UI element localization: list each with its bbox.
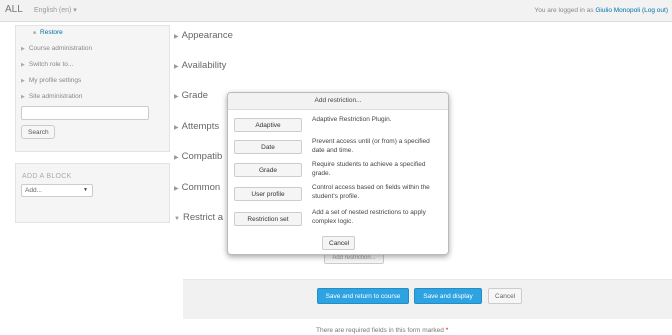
collapsed-arrow-icon: ▶	[174, 64, 179, 70]
sidebar-item-switch-role[interactable]: ▶ Switch role to...	[21, 61, 73, 68]
sidebar-item-label: My profile settings	[28, 77, 82, 84]
sidebar-item-label: Switch role to...	[28, 61, 74, 68]
user-profile-button[interactable]: User profile	[234, 187, 302, 201]
collapsed-arrow-icon: ▶	[21, 78, 25, 84]
add-block-title: ADD A BLOCK	[22, 173, 72, 180]
sidebar-item-label: Course administration	[28, 45, 93, 52]
section-availability[interactable]: ▶ Availability	[174, 60, 226, 71]
section-compatibility[interactable]: ▶ Compatib	[174, 151, 222, 162]
section-label: Restrict a	[182, 212, 224, 223]
collapsed-arrow-icon: ▶	[174, 155, 179, 161]
collapsed-arrow-icon: ▶	[21, 62, 25, 68]
expanded-arrow-icon: ▼	[174, 216, 180, 222]
save-display-button[interactable]: Save and display	[414, 288, 482, 304]
save-return-button[interactable]: Save and return to course	[317, 288, 409, 304]
user-profile-description: Control access based on fields within th…	[312, 184, 430, 200]
restriction-set-button[interactable]: Restriction set	[234, 212, 302, 226]
add-restriction-dialog: Add restriction... Adaptive Adaptive Res…	[227, 92, 449, 255]
section-label: Availability	[181, 60, 227, 71]
section-label: Appearance	[181, 30, 233, 41]
collapsed-arrow-icon: ▶	[21, 46, 25, 52]
admin-search-input[interactable]	[21, 106, 149, 120]
admin-search-button[interactable]: Search	[21, 125, 55, 139]
administration-block: ■ Restore ▶ Course administration ▶ Switch …	[15, 25, 170, 152]
login-prefix: You are logged in as	[534, 7, 594, 14]
date-description: Prevent access until (or from) a specifi…	[312, 138, 430, 154]
collapsed-arrow-icon: ▶	[174, 125, 179, 131]
bullet-icon: ■	[33, 30, 37, 36]
language-menu[interactable]: English (en) ▾	[34, 6, 77, 14]
logout-link[interactable]: (Log out)	[642, 7, 668, 14]
adaptive-description: Adaptive Restriction Plugin.	[312, 116, 392, 123]
section-appearance[interactable]: ▶ Appearance	[174, 30, 233, 41]
user-profile-link[interactable]: Giulio Monopoli	[595, 7, 640, 14]
sidebar-item-restore[interactable]: ■ Restore	[33, 29, 63, 36]
required-note-text: There are required fields in this form m…	[316, 327, 444, 334]
adaptive-button[interactable]: Adaptive	[234, 118, 302, 132]
site-brand[interactable]: ALL	[5, 4, 23, 15]
add-block-select[interactable]: Add... ▼	[21, 184, 93, 197]
section-label: Common	[181, 182, 221, 193]
sidebar-item-my-profile-settings[interactable]: ▶ My profile settings	[21, 77, 81, 84]
collapsed-arrow-icon: ▶	[174, 34, 179, 40]
dialog-cancel-button[interactable]: Cancel	[322, 236, 355, 250]
required-fields-note: There are required fields in this form m…	[316, 327, 448, 334]
sidebar-item-label: Restore	[40, 29, 63, 36]
sidebar-item-site-administration[interactable]: ▶ Site administration	[21, 93, 82, 100]
top-navbar: ALL English (en) ▾ You are logged in as …	[0, 0, 672, 22]
section-label: Grade	[181, 90, 209, 101]
section-label: Attempts	[181, 121, 220, 132]
dropdown-caret-icon: ▼	[83, 187, 88, 193]
grade-description: Require students to achieve a specified …	[312, 161, 426, 177]
cancel-button[interactable]: Cancel	[488, 288, 522, 304]
date-button[interactable]: Date	[234, 140, 302, 154]
grade-button[interactable]: Grade	[234, 163, 302, 177]
add-block-select-value: Add...	[25, 187, 42, 194]
restriction-set-description: Add a set of nested restrictions to appl…	[312, 209, 426, 225]
sidebar-item-course-administration[interactable]: ▶ Course administration	[21, 45, 92, 52]
required-star: *	[445, 327, 449, 334]
section-attempts[interactable]: ▶ Attempts	[174, 121, 219, 132]
collapsed-arrow-icon: ▶	[21, 94, 25, 100]
login-info: You are logged in as Giulio Monopoli (Lo…	[535, 7, 669, 14]
section-common[interactable]: ▶ Common	[174, 182, 220, 193]
add-block-panel: ADD A BLOCK Add... ▼	[15, 163, 170, 223]
section-label: Compatib	[181, 151, 223, 162]
collapsed-arrow-icon: ▶	[174, 186, 179, 192]
dialog-title: Add restriction...	[228, 93, 448, 110]
section-grade[interactable]: ▶ Grade	[174, 90, 208, 101]
collapsed-arrow-icon: ▶	[174, 94, 179, 100]
section-restrict-access[interactable]: ▼ Restrict a	[174, 212, 223, 223]
sidebar-item-label: Site administration	[28, 93, 83, 100]
